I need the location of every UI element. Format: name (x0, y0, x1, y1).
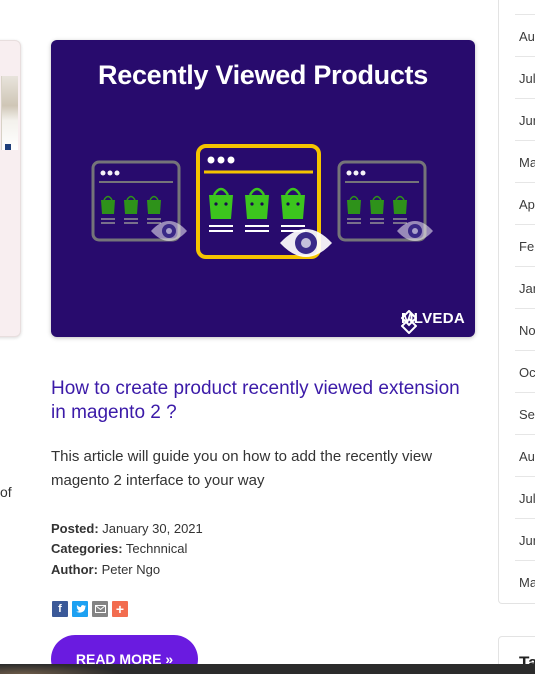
page: of Recently Viewed Products MLVEDA How t… (0, 0, 535, 674)
plus-icon[interactable]: + (112, 601, 128, 617)
archive-link[interactable]: Jul (519, 491, 535, 506)
archives-widget: Au Jul Jun Ma Ap Feb Jan No Oc Se Au Jul… (498, 0, 535, 604)
browser-window-left (91, 160, 187, 242)
archive-separator (515, 224, 535, 225)
thumbnail-detail (5, 144, 11, 150)
share-bar: f + (52, 601, 128, 617)
post-categories: Categories: Technnical (51, 539, 187, 559)
archive-separator (515, 392, 535, 393)
archive-link[interactable]: Oc (519, 365, 535, 380)
archive-separator (515, 308, 535, 309)
post-featured-image[interactable]: Recently Viewed Products MLVEDA (51, 40, 475, 337)
author-label: Author: (51, 562, 98, 577)
browser-window-right (337, 160, 433, 242)
post-author: Author: Peter Ngo (51, 560, 160, 580)
email-icon[interactable] (92, 601, 108, 617)
browser-window-center (196, 144, 332, 259)
posted-value: January 30, 2021 (102, 521, 203, 536)
archive-separator (515, 434, 535, 435)
post-title-link[interactable]: How to create product recently viewed ex… (51, 377, 471, 425)
previous-post-excerpt: of (0, 456, 12, 504)
archive-separator (515, 266, 535, 267)
brand-logo-icon (400, 310, 417, 334)
archive-link[interactable]: Jun (519, 113, 535, 128)
bottom-edge-bar (0, 664, 535, 674)
archive-link[interactable]: Feb (519, 239, 535, 254)
post-date: Posted: January 30, 2021 (51, 519, 203, 539)
posted-label: Posted: (51, 521, 99, 536)
post-excerpt: This article will guide you on how to ad… (51, 448, 433, 489)
previous-post-excerpt-line: of (0, 484, 12, 500)
archive-separator (515, 350, 535, 351)
archive-separator (515, 98, 535, 99)
archive-link[interactable]: Jan (519, 281, 535, 296)
archive-separator (515, 56, 535, 57)
archive-separator (515, 518, 535, 519)
brand-logo: MLVEDA (400, 310, 465, 334)
archive-separator (515, 14, 535, 15)
author-link[interactable]: Peter Ngo (102, 562, 161, 577)
previous-post-excerpt-line (0, 456, 12, 480)
categories-label: Categories: (51, 541, 123, 556)
archive-link[interactable]: Ma (519, 575, 535, 590)
archive-link[interactable]: Jul (519, 71, 535, 86)
archive-separator (515, 476, 535, 477)
archive-separator (515, 140, 535, 141)
featured-image-title: Recently Viewed Products (98, 60, 428, 90)
category-link[interactable]: Technnical (126, 541, 187, 556)
archive-link[interactable]: Jun (519, 533, 535, 548)
facebook-icon[interactable]: f (52, 601, 68, 617)
archive-link[interactable]: Ap (519, 197, 535, 212)
archive-separator (515, 182, 535, 183)
archive-link[interactable]: Ma (519, 155, 535, 170)
archive-link[interactable]: Se (519, 407, 535, 422)
archive-link[interactable]: Au (519, 449, 535, 464)
previous-post-card[interactable] (0, 40, 21, 337)
twitter-icon[interactable] (72, 601, 88, 617)
archive-separator (515, 560, 535, 561)
previous-post-thumbnail[interactable] (1, 76, 18, 150)
archive-link[interactable]: Au (519, 29, 535, 44)
archive-link[interactable]: No (519, 323, 535, 338)
